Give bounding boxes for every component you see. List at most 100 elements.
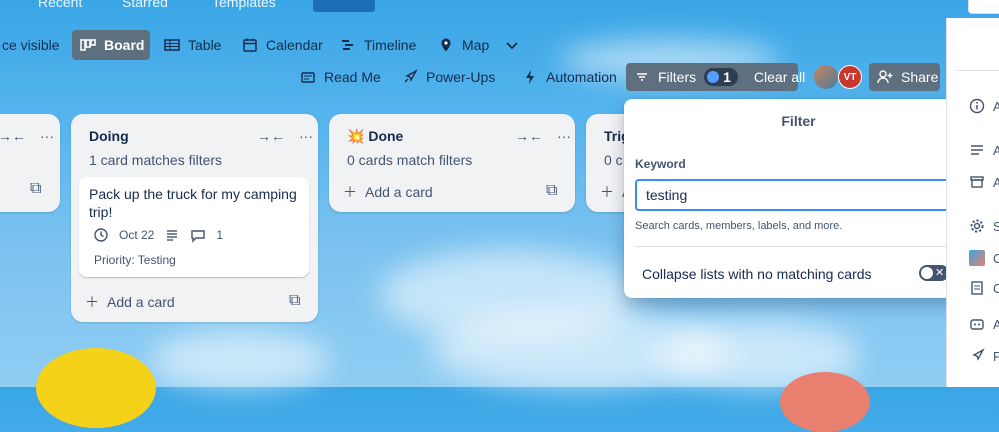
activity-icon xyxy=(969,142,985,158)
search-input[interactable] xyxy=(968,0,999,14)
map-pin-icon xyxy=(438,37,454,53)
collapse-lists-label: Collapse lists with no matching cards xyxy=(642,266,872,282)
visibility-label: ce visible xyxy=(2,37,60,53)
add-person-icon xyxy=(877,69,893,85)
add-card-label: Add a card xyxy=(107,294,175,310)
list-partial-left: →← ··· ⧉ xyxy=(0,114,60,212)
calendar-icon xyxy=(242,37,258,53)
list-emoji: 💥 xyxy=(347,128,365,144)
tab-map-label: Map xyxy=(462,37,490,53)
filters-label: Filters xyxy=(658,69,697,85)
tab-map[interactable]: Map xyxy=(430,30,497,60)
plus-icon: ＋ xyxy=(600,184,614,200)
clear-all-button[interactable]: Clear all xyxy=(754,69,805,85)
automation-label: Automation xyxy=(546,69,617,85)
list-title[interactable]: Done xyxy=(368,128,403,144)
powerups-button[interactable]: Power-Ups xyxy=(394,63,503,91)
readme-label: Read Me xyxy=(324,69,381,85)
collapse-list-icon[interactable]: →← xyxy=(0,128,26,144)
description-icon xyxy=(164,227,180,243)
collapse-list-icon[interactable]: →← xyxy=(515,128,543,144)
card[interactable]: Pack up the truck for my camping trip! O… xyxy=(79,177,309,277)
avatar-vt[interactable]: VT xyxy=(838,65,862,89)
custom-fields-icon xyxy=(969,280,985,296)
powerups-label: Power-Ups xyxy=(426,69,496,85)
more-views-button[interactable] xyxy=(496,30,528,60)
filter-dot-icon xyxy=(707,71,720,83)
keyword-input[interactable] xyxy=(635,179,961,211)
menu-item-change-background[interactable]: C xyxy=(969,250,999,266)
automation-button[interactable]: Automation xyxy=(514,63,625,91)
info-icon xyxy=(969,98,985,114)
create-from-template-icon[interactable]: ⧉ xyxy=(289,292,300,310)
avatar[interactable] xyxy=(814,65,838,89)
tab-table-label: Table xyxy=(188,37,222,53)
readme-button[interactable]: Read Me xyxy=(292,63,389,91)
avatar-initials: VT xyxy=(843,71,857,83)
archive-icon xyxy=(969,174,985,190)
nav-templates[interactable]: Templates xyxy=(212,0,276,12)
tab-board-label: Board xyxy=(104,37,145,53)
create-from-template-icon[interactable]: ⧉ xyxy=(546,182,557,200)
tab-timeline[interactable]: Timeline xyxy=(332,30,424,60)
card-due-date: Oct 22 xyxy=(119,228,155,242)
tab-table[interactable]: Table xyxy=(156,30,229,60)
tab-board[interactable]: Board xyxy=(72,30,150,60)
filter-count: 1 xyxy=(723,69,731,85)
filter-icon xyxy=(634,69,650,85)
menu-item-powerups[interactable]: P xyxy=(969,348,999,364)
list-done: 💥 Done →← ··· 0 cards match filters ＋ Ad… xyxy=(329,114,575,212)
timeline-icon xyxy=(340,37,356,53)
add-card-button[interactable]: ＋ Add a card xyxy=(343,182,433,202)
lightning-icon xyxy=(522,69,538,85)
robot-icon xyxy=(969,316,985,332)
filter-popover: Filter ✕ Keyword Search cards, members, … xyxy=(624,99,973,298)
tab-calendar[interactable]: Calendar xyxy=(234,30,331,60)
add-card-label: Add a card xyxy=(365,184,433,200)
clock-icon xyxy=(93,227,109,243)
list-match-count: 1 card matches filters xyxy=(89,152,223,168)
filter-count-badge: 1 xyxy=(704,68,738,86)
filters-button[interactable]: Filters 1 Clear all xyxy=(626,63,805,91)
keyword-help-text: Search cards, members, labels, and more. xyxy=(635,220,843,232)
tab-timeline-label: Timeline xyxy=(364,37,417,53)
top-navigation: Recent Starred Templates xyxy=(0,0,999,14)
list-doing: Doing →← ··· 1 card matches filters Pack… xyxy=(71,114,318,322)
decorative-red-shape xyxy=(780,372,870,432)
add-card-button[interactable]: ＋ Add a card xyxy=(85,292,175,312)
list-title[interactable]: Doing xyxy=(89,128,129,144)
filter-title: Filter xyxy=(781,113,816,129)
visibility-button[interactable]: ce visible xyxy=(0,30,68,60)
board-menu-panel: A A A S C C A P xyxy=(946,18,999,387)
list-menu-icon[interactable]: ··· xyxy=(299,128,313,144)
divider xyxy=(635,246,962,247)
menu-item-settings[interactable]: S xyxy=(969,218,999,234)
rocket-icon xyxy=(402,69,418,85)
share-button[interactable]: Share xyxy=(869,63,940,91)
decorative-yellow-shape xyxy=(36,348,156,428)
create-from-template-icon[interactable]: ⧉ xyxy=(30,180,41,198)
list-match-count: 0 c xyxy=(604,152,623,168)
list-menu-icon[interactable]: ··· xyxy=(40,128,54,144)
nav-starred[interactable]: Starred xyxy=(122,0,168,12)
create-button[interactable] xyxy=(313,0,375,12)
background-thumbnail-icon xyxy=(969,250,985,266)
card-icon xyxy=(300,69,316,85)
menu-item-custom-fields[interactable]: C xyxy=(969,280,999,296)
tab-calendar-label: Calendar xyxy=(266,37,323,53)
menu-item-automation[interactable]: A xyxy=(969,316,999,332)
comment-icon xyxy=(190,227,206,243)
plus-icon: ＋ xyxy=(85,294,99,310)
menu-item-activity[interactable]: A xyxy=(969,142,999,158)
nav-recent[interactable]: Recent xyxy=(38,0,82,12)
board-icon xyxy=(80,37,96,53)
menu-item-about[interactable]: A xyxy=(969,98,999,114)
share-label: Share xyxy=(901,69,939,85)
list-menu-icon[interactable]: ··· xyxy=(557,128,571,144)
collapse-lists-toggle[interactable]: ✕ xyxy=(919,265,949,281)
table-icon xyxy=(164,37,180,53)
card-priority: Priority: Testing xyxy=(94,253,176,267)
collapse-list-icon[interactable]: →← xyxy=(257,128,285,144)
keyword-label: Keyword xyxy=(635,157,686,171)
menu-item-archived[interactable]: A xyxy=(969,174,999,190)
